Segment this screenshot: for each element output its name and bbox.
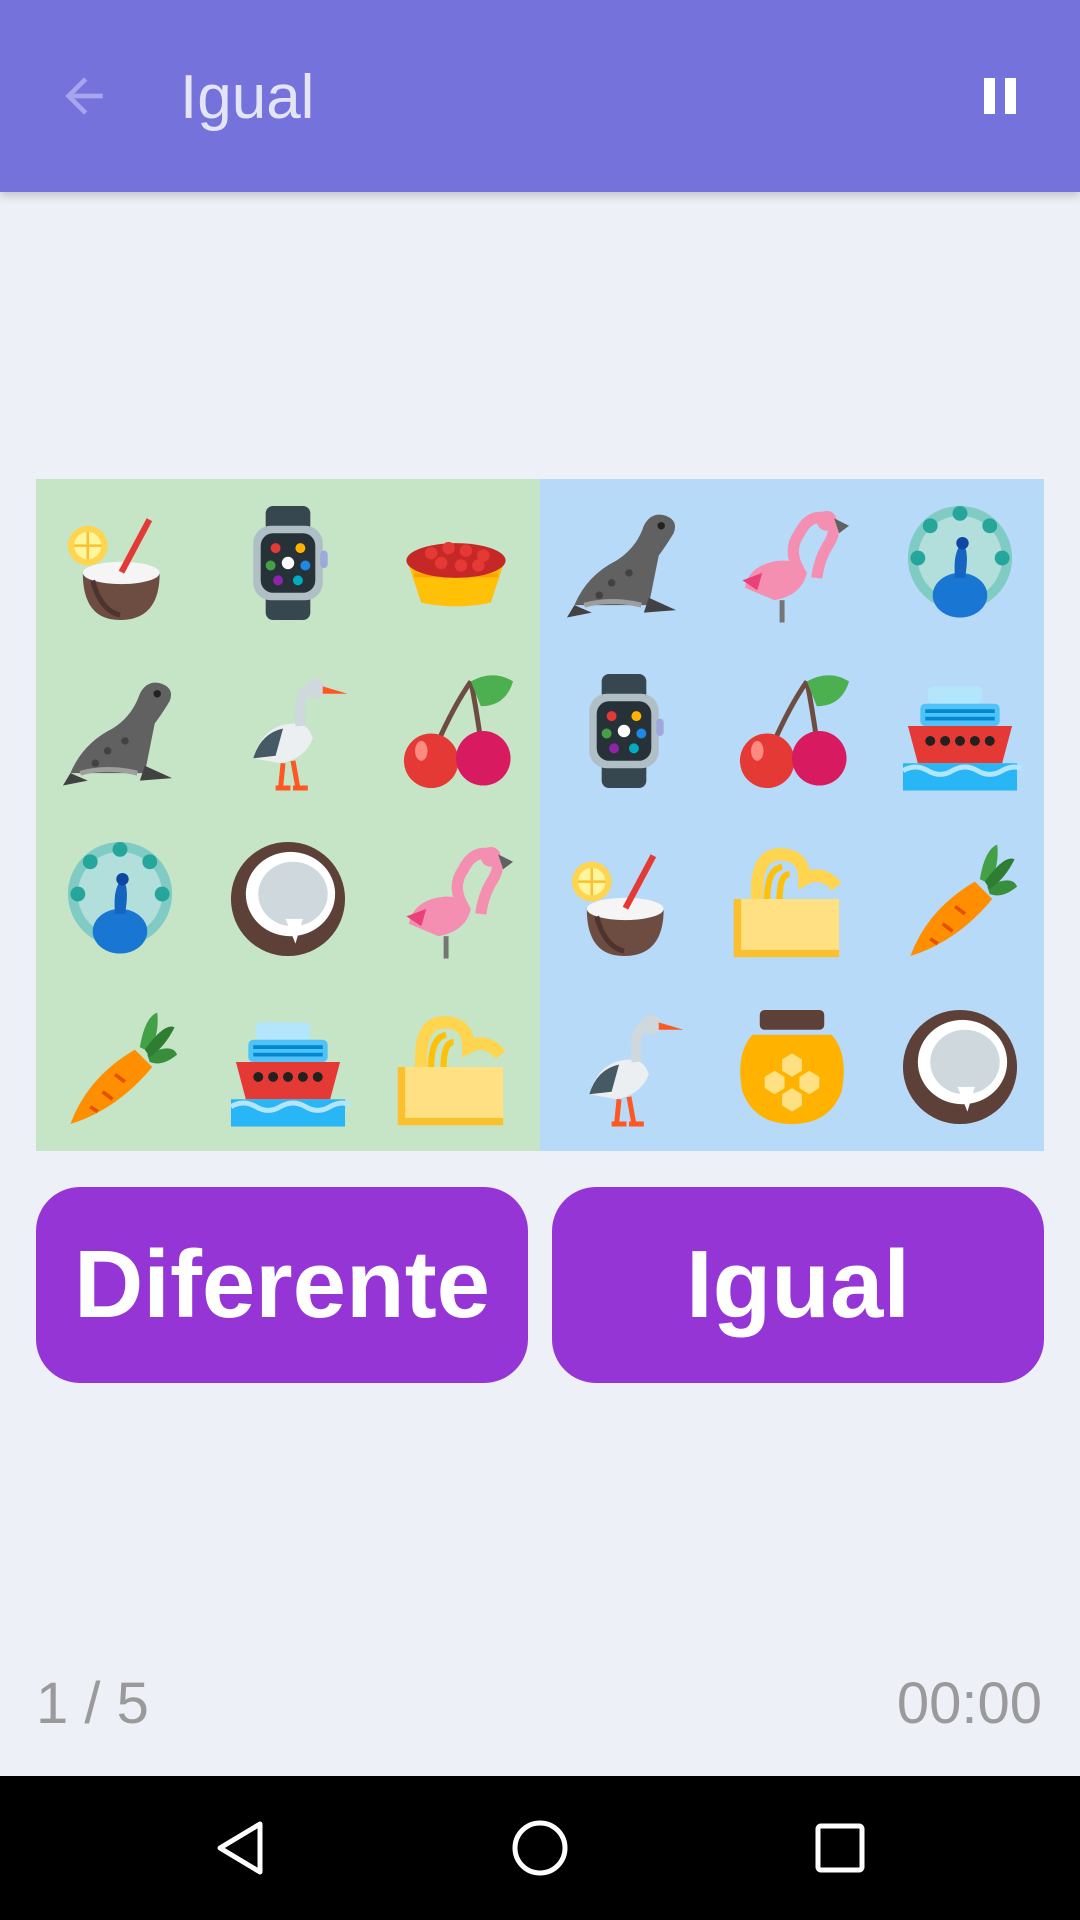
butter-icon <box>394 1005 518 1129</box>
board-cell <box>876 983 1044 1151</box>
cherries-icon <box>394 669 518 793</box>
board-cell <box>540 983 708 1151</box>
left-board <box>36 479 540 1151</box>
square-recents-icon <box>815 1823 865 1873</box>
smartwatch-icon <box>589 673 664 789</box>
pause-button[interactable] <box>968 64 1032 128</box>
stork-icon <box>562 1005 686 1129</box>
same-button[interactable]: Igual <box>552 1187 1044 1383</box>
flamingo-icon <box>394 837 518 961</box>
honey-jar-icon <box>740 1009 844 1125</box>
butter-icon <box>730 837 854 961</box>
board-cell <box>372 983 540 1151</box>
back-button[interactable] <box>48 60 120 132</box>
app-bar: Igual <box>0 0 1080 192</box>
round-progress: 1 / 5 <box>36 1671 149 1736</box>
cherries-icon <box>730 669 854 793</box>
pause-icon <box>984 78 1016 114</box>
seal-icon <box>58 669 182 793</box>
seal-icon <box>562 501 686 625</box>
board-cell <box>708 983 876 1151</box>
board-cell <box>204 647 372 815</box>
board-cell <box>876 479 1044 647</box>
smartwatch-icon <box>253 505 328 621</box>
nav-back-button[interactable] <box>204 1812 276 1884</box>
board-cell <box>204 983 372 1151</box>
board-cell <box>708 479 876 647</box>
board-cell <box>204 479 372 647</box>
board-cell <box>36 479 204 647</box>
stork-icon <box>226 669 350 793</box>
board-cell <box>876 647 1044 815</box>
nav-recents-button[interactable] <box>804 1812 876 1884</box>
nav-home-button[interactable] <box>504 1812 576 1884</box>
cherry-tart-icon <box>404 540 508 609</box>
different-button[interactable]: Diferente <box>36 1187 528 1383</box>
timer: 00:00 <box>896 1671 1042 1736</box>
board-cell <box>372 647 540 815</box>
peacock-icon <box>67 841 173 954</box>
board-cell <box>540 647 708 815</box>
arrow-back-icon <box>65 77 103 115</box>
flamingo-icon <box>730 501 854 625</box>
coconut-icon <box>230 841 346 957</box>
cruise-ship-icon <box>898 669 1022 793</box>
right-board <box>540 479 1044 1151</box>
system-nav-bar <box>0 1776 1080 1920</box>
board-cell <box>372 479 540 647</box>
answer-buttons: Diferente Igual <box>36 1187 1044 1383</box>
triangle-back-icon <box>217 1821 263 1875</box>
board-cell <box>540 479 708 647</box>
board-cell <box>204 815 372 983</box>
coconut-icon <box>902 1009 1018 1125</box>
board-cell <box>876 815 1044 983</box>
circle-home-icon <box>512 1820 568 1876</box>
coconut-drink-icon <box>562 837 686 961</box>
peacock-icon <box>907 505 1013 618</box>
board-cell <box>708 647 876 815</box>
board-cell <box>36 983 204 1151</box>
page-title: Igual <box>180 63 315 132</box>
board-cell <box>540 815 708 983</box>
carrot-icon <box>68 1010 179 1126</box>
board-cell <box>372 815 540 983</box>
board-cell <box>36 815 204 983</box>
game-boards <box>36 479 1044 1151</box>
board-cell <box>36 647 204 815</box>
coconut-drink-icon <box>58 501 182 625</box>
board-cell <box>708 815 876 983</box>
cruise-ship-icon <box>226 1005 350 1129</box>
carrot-icon <box>908 842 1019 958</box>
